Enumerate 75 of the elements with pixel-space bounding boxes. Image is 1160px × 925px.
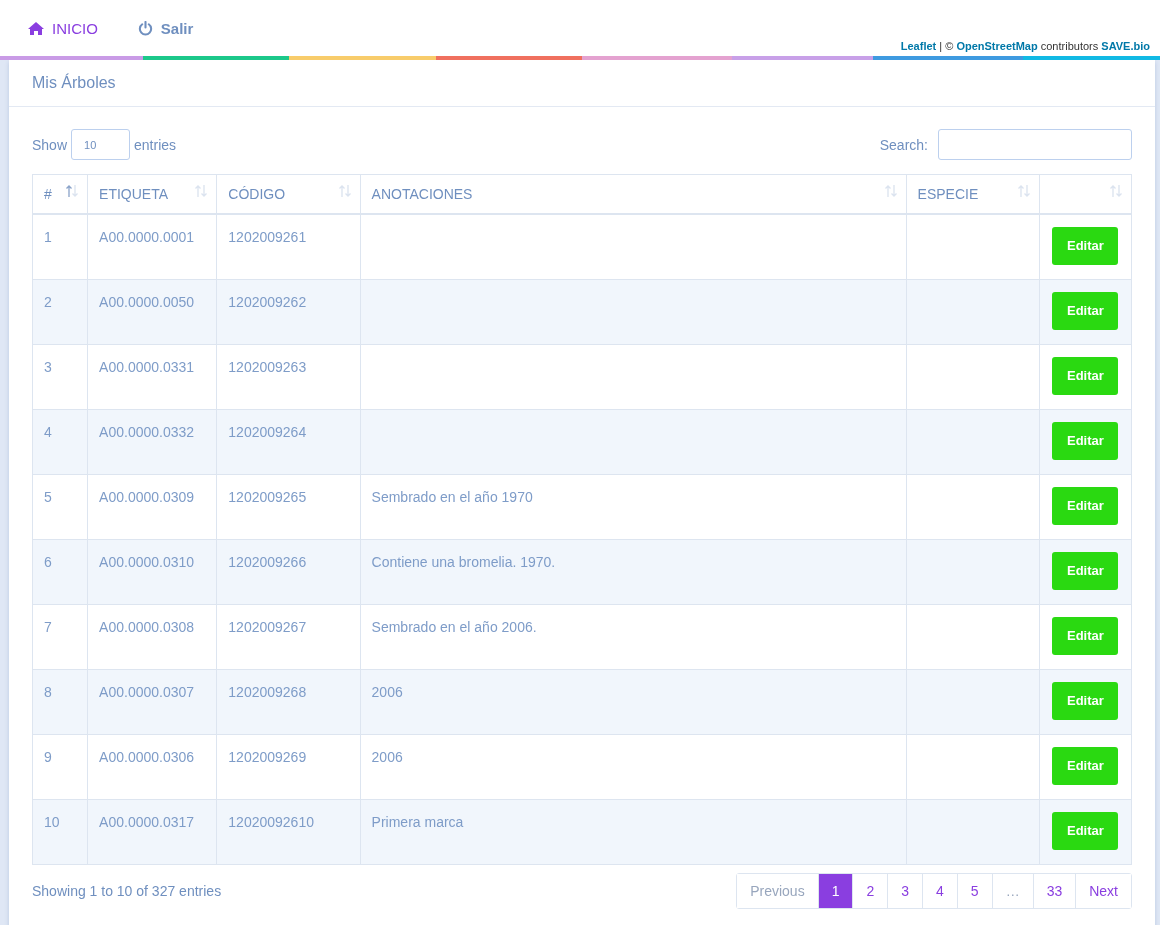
power-icon [137,20,153,36]
map-attribution: Leaflet | © OpenStreetMap contributors SAVE.bio [900,40,1150,52]
notes-cell: 2006 [371,748,403,765]
column-header[interactable]: ETIQUETA [87,174,217,214]
row-number: 1 [44,228,52,245]
code-cell: 12020092610 [228,813,314,830]
code-cell: 1202009267 [228,618,307,635]
edit-button[interactable]: Editar [1052,356,1119,395]
row-number: 6 [44,553,52,570]
label-cell: A00.0000.0307 [99,683,195,700]
edit-button[interactable]: Editar [1052,486,1119,525]
edit-button[interactable]: Editar [1052,421,1119,460]
sort-icon [65,184,80,198]
code-cell: 1202009268 [228,683,307,700]
code-cell: 1202009264 [228,423,307,440]
column-header[interactable]: ESPECIE [906,174,1040,214]
table-info: Showing 1 to 10 of 327 entries [32,882,222,899]
column-header[interactable]: ANOTACIONES [360,174,907,214]
row-number: 2 [44,293,52,310]
edit-button[interactable]: Editar [1052,681,1119,720]
sort-icon [883,184,898,198]
card-title: Mis Árboles [9,60,1155,107]
attribution-link[interactable]: SAVE.bio [1101,40,1150,52]
label-cell: A00.0000.0001 [99,228,195,245]
row-number: 5 [44,488,52,505]
code-cell: 1202009269 [228,748,307,765]
edit-button[interactable]: Editar [1052,746,1119,785]
edit-button[interactable]: Editar [1052,616,1119,655]
label-cell: A00.0000.0309 [99,488,195,505]
code-cell: 1202009262 [228,293,307,310]
label-cell: A00.0000.0050 [99,293,195,310]
page-button[interactable]: 1 [817,873,853,908]
sort-icon [1016,184,1031,198]
nav-link[interactable]: INICIO [28,19,98,37]
attribution-link[interactable]: Leaflet [900,40,937,52]
row-number: 7 [44,618,52,635]
row-number: 4 [44,423,52,440]
notes-cell: Contiene una bromelia. 1970. [371,553,556,570]
code-cell: 1202009263 [228,358,307,375]
edit-button[interactable]: Editar [1052,551,1119,590]
code-cell: 1202009266 [228,553,307,570]
edit-button[interactable]: Editar [1052,226,1119,265]
next-button[interactable]: Next [1075,873,1131,908]
label-cell: A00.0000.0306 [99,748,195,765]
notes-cell: 2006 [371,683,403,700]
label-cell: A00.0000.0332 [99,423,195,440]
sort-icon [1109,184,1123,198]
notes-cell: Sembrado en el año 1970 [371,488,533,505]
row-number: 3 [44,358,52,375]
row-number: 10 [44,813,60,830]
nav-link[interactable]: Salir [137,19,194,37]
entries-select[interactable]: 10 [71,129,131,160]
sort-icon [194,184,209,198]
row-number: 9 [44,748,52,765]
label-cell: A00.0000.0317 [99,813,195,830]
code-cell: 1202009261 [228,228,307,245]
edit-button[interactable]: Editar [1052,291,1119,330]
search-field[interactable] [938,129,1132,160]
home-icon [28,21,44,35]
search-label: Search: [879,136,928,153]
column-header[interactable]: CÓDIGO [216,174,361,214]
show-label: Show [32,136,68,153]
label-cell: A00.0000.0331 [99,358,195,375]
column-header[interactable]: # [32,174,88,214]
label-cell: A00.0000.0310 [99,553,195,570]
entries-label: entries [134,136,177,153]
code-cell: 1202009265 [228,488,307,505]
edit-button[interactable]: Editar [1052,811,1119,850]
column-header[interactable] [1039,174,1132,214]
sort-icon [337,184,352,198]
notes-cell: Primera marca [371,813,464,830]
attribution-link[interactable]: OpenStreetMap [956,40,1038,52]
notes-cell: Sembrado en el año 2006. [371,618,537,635]
label-cell: A00.0000.0308 [99,618,195,635]
row-number: 8 [44,683,52,700]
